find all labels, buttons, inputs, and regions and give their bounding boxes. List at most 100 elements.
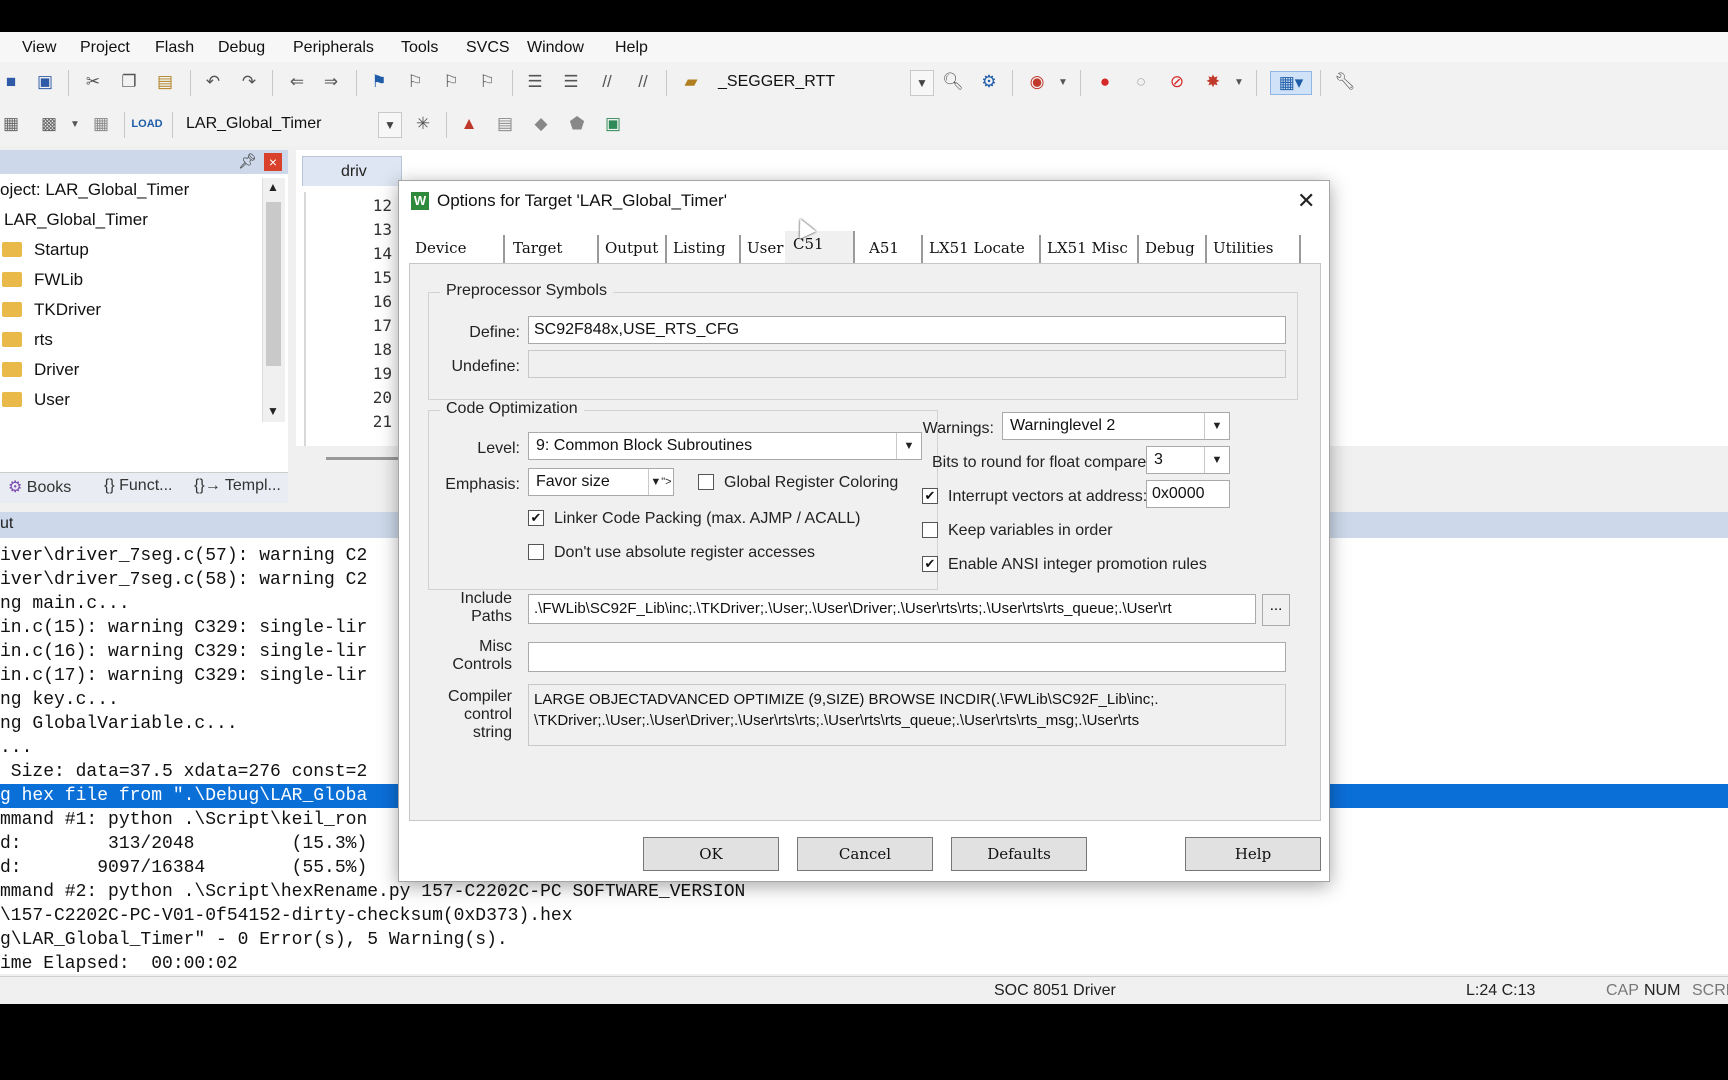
debug-dropdown-icon[interactable]: ▼: [1052, 71, 1074, 93]
incremental-find-icon[interactable]: ⚙: [978, 71, 1000, 93]
save-all-icon[interactable]: ▣: [34, 71, 56, 93]
scroll-down-icon[interactable]: ▼: [267, 404, 279, 418]
menu-window[interactable]: Window: [527, 39, 584, 57]
target-options-icon[interactable]: ✳: [412, 113, 434, 135]
find-combo[interactable]: _SEGGER_RTT: [710, 70, 932, 96]
window-layout-icon[interactable]: ▦▾: [1270, 71, 1312, 95]
find-combo-dropdown[interactable]: ▼: [910, 70, 934, 96]
misc-controls-input[interactable]: [528, 642, 1286, 672]
configure-icon[interactable]: 🔧︎: [1334, 71, 1356, 93]
disable-all-breakpoints-icon[interactable]: ⊘: [1166, 71, 1188, 93]
select-packs-icon[interactable]: ◆: [530, 113, 552, 135]
tab-a51[interactable]: A51: [869, 235, 923, 265]
load-icon[interactable]: LOAD: [131, 113, 162, 135]
emphasis-select[interactable]: Favor size ▼">: [528, 468, 674, 496]
build-dropdown-icon[interactable]: ▼: [64, 113, 86, 135]
breakpoint-icon[interactable]: ●: [1094, 71, 1116, 93]
folder-startup[interactable]: Startup: [0, 240, 89, 266]
target-select-dropdown[interactable]: ▼: [378, 112, 402, 138]
browse-include-button[interactable]: ...: [1262, 594, 1290, 626]
level-select[interactable]: 9: Common Block Subroutines ▼: [528, 432, 922, 460]
define-input[interactable]: SC92F848x,USE_RTS_CFG: [528, 316, 1286, 344]
warnings-select[interactable]: Warninglevel 2 ▼: [1002, 412, 1230, 440]
global-register-coloring-checkbox[interactable]: [698, 474, 714, 490]
target-node[interactable]: LAR_Global_Timer: [4, 210, 148, 236]
nav-forward-icon[interactable]: ⇒: [320, 71, 342, 93]
folder-fwlib[interactable]: FWLib: [0, 270, 83, 296]
build-icon[interactable]: ▩: [38, 113, 60, 135]
close-pane-icon[interactable]: ×: [264, 153, 282, 171]
cancel-button[interactable]: Cancel: [797, 837, 933, 871]
unindent-icon[interactable]: ☰: [560, 71, 582, 93]
copy-icon[interactable]: ❐: [118, 71, 140, 93]
folder-driver[interactable]: Driver: [0, 360, 79, 386]
menu-project[interactable]: Project: [80, 39, 130, 57]
tab-lx51-misc[interactable]: LX51 Misc: [1047, 235, 1139, 265]
cut-icon[interactable]: ✂: [82, 71, 104, 93]
pack-installer-icon[interactable]: ▣: [602, 113, 624, 135]
folder-tkdriver[interactable]: TKDriver: [0, 300, 101, 326]
linker-code-packing-checkbox[interactable]: ✔: [528, 510, 544, 526]
tab-books[interactable]: ⚙ Books: [8, 477, 71, 497]
include-paths-input[interactable]: .\FWLib\SC92F_Lib\inc;.\TKDriver;.\User;…: [528, 594, 1256, 624]
rebuild-icon[interactable]: ▦: [90, 113, 112, 135]
manage-books-icon[interactable]: ▤: [494, 113, 516, 135]
help-button[interactable]: Help: [1185, 837, 1321, 871]
menu-flash[interactable]: Flash: [155, 39, 194, 57]
folder-rts[interactable]: rts: [0, 330, 53, 356]
no-absolute-register-checkbox[interactable]: [528, 544, 544, 560]
translate-icon[interactable]: ▦: [0, 113, 22, 135]
run-time-env-icon[interactable]: ⬟: [566, 113, 588, 135]
disable-breakpoint-icon[interactable]: ○: [1130, 71, 1152, 93]
tab-target[interactable]: Target: [513, 235, 599, 265]
breakpoints-dropdown-icon[interactable]: ▼: [1228, 71, 1250, 93]
editor-tab[interactable]: driv: [302, 156, 402, 186]
tab-debug[interactable]: Debug: [1145, 235, 1207, 265]
undefine-input[interactable]: [528, 350, 1286, 378]
folder-user[interactable]: User: [0, 390, 70, 416]
indent-icon[interactable]: ☰: [524, 71, 546, 93]
pin-icon[interactable]: 📌︎: [238, 152, 257, 170]
scroll-up-icon[interactable]: ▲: [267, 180, 279, 194]
tab-functions[interactable]: {} Funct...: [104, 477, 172, 495]
redo-icon[interactable]: ↷: [238, 71, 260, 93]
find-in-files-icon[interactable]: ▰: [680, 71, 702, 93]
tab-templates[interactable]: {}→ Templ...: [194, 477, 281, 495]
target-select[interactable]: LAR_Global_Timer: [178, 112, 400, 138]
debug-session-icon[interactable]: ◉: [1026, 71, 1048, 93]
tab-listing[interactable]: Listing: [673, 235, 741, 265]
uncomment-icon[interactable]: //: [632, 71, 654, 93]
project-root[interactable]: oject: LAR_Global_Timer: [0, 180, 189, 206]
bookmark-icon[interactable]: ⚑: [368, 71, 390, 93]
manage-project-icon[interactable]: ▲: [458, 113, 480, 135]
next-bookmark-icon[interactable]: ⚐: [440, 71, 462, 93]
tab-c51[interactable]: C51: [785, 231, 855, 265]
menu-help[interactable]: Help: [615, 39, 648, 57]
menu-svcs[interactable]: SVCS: [466, 39, 510, 57]
float-compare-select[interactable]: 3 ▼: [1146, 446, 1230, 474]
nav-back-icon[interactable]: ⇐: [286, 71, 308, 93]
save-icon[interactable]: ■: [0, 71, 22, 93]
find-icon[interactable]: 🔍︎: [942, 71, 964, 93]
menu-debug[interactable]: Debug: [218, 39, 265, 57]
ansi-promotion-checkbox[interactable]: ✔: [922, 556, 938, 572]
menu-view[interactable]: View: [22, 39, 56, 57]
tab-lx51-locate[interactable]: LX51 Locate: [929, 235, 1041, 265]
undo-icon[interactable]: ↶: [202, 71, 224, 93]
close-icon[interactable]: ✕: [1297, 188, 1315, 214]
clear-bookmarks-icon[interactable]: ⚐: [476, 71, 498, 93]
kill-breakpoints-icon[interactable]: ✸: [1202, 71, 1224, 93]
scroll-thumb[interactable]: [266, 202, 281, 366]
tab-output[interactable]: Output: [605, 235, 667, 265]
tab-device[interactable]: Device: [415, 235, 505, 265]
comment-icon[interactable]: //: [596, 71, 618, 93]
interrupt-vectors-input[interactable]: 0x0000: [1146, 480, 1230, 508]
defaults-button[interactable]: Defaults: [951, 837, 1087, 871]
prev-bookmark-icon[interactable]: ⚐: [404, 71, 426, 93]
menu-tools[interactable]: Tools: [401, 39, 438, 57]
ok-button[interactable]: OK: [643, 837, 779, 871]
interrupt-vectors-checkbox[interactable]: ✔: [922, 488, 938, 504]
project-scrollbar[interactable]: ▲ ▼: [262, 178, 285, 422]
keep-variables-checkbox[interactable]: [922, 522, 938, 538]
tab-utilities[interactable]: Utilities: [1213, 235, 1301, 265]
